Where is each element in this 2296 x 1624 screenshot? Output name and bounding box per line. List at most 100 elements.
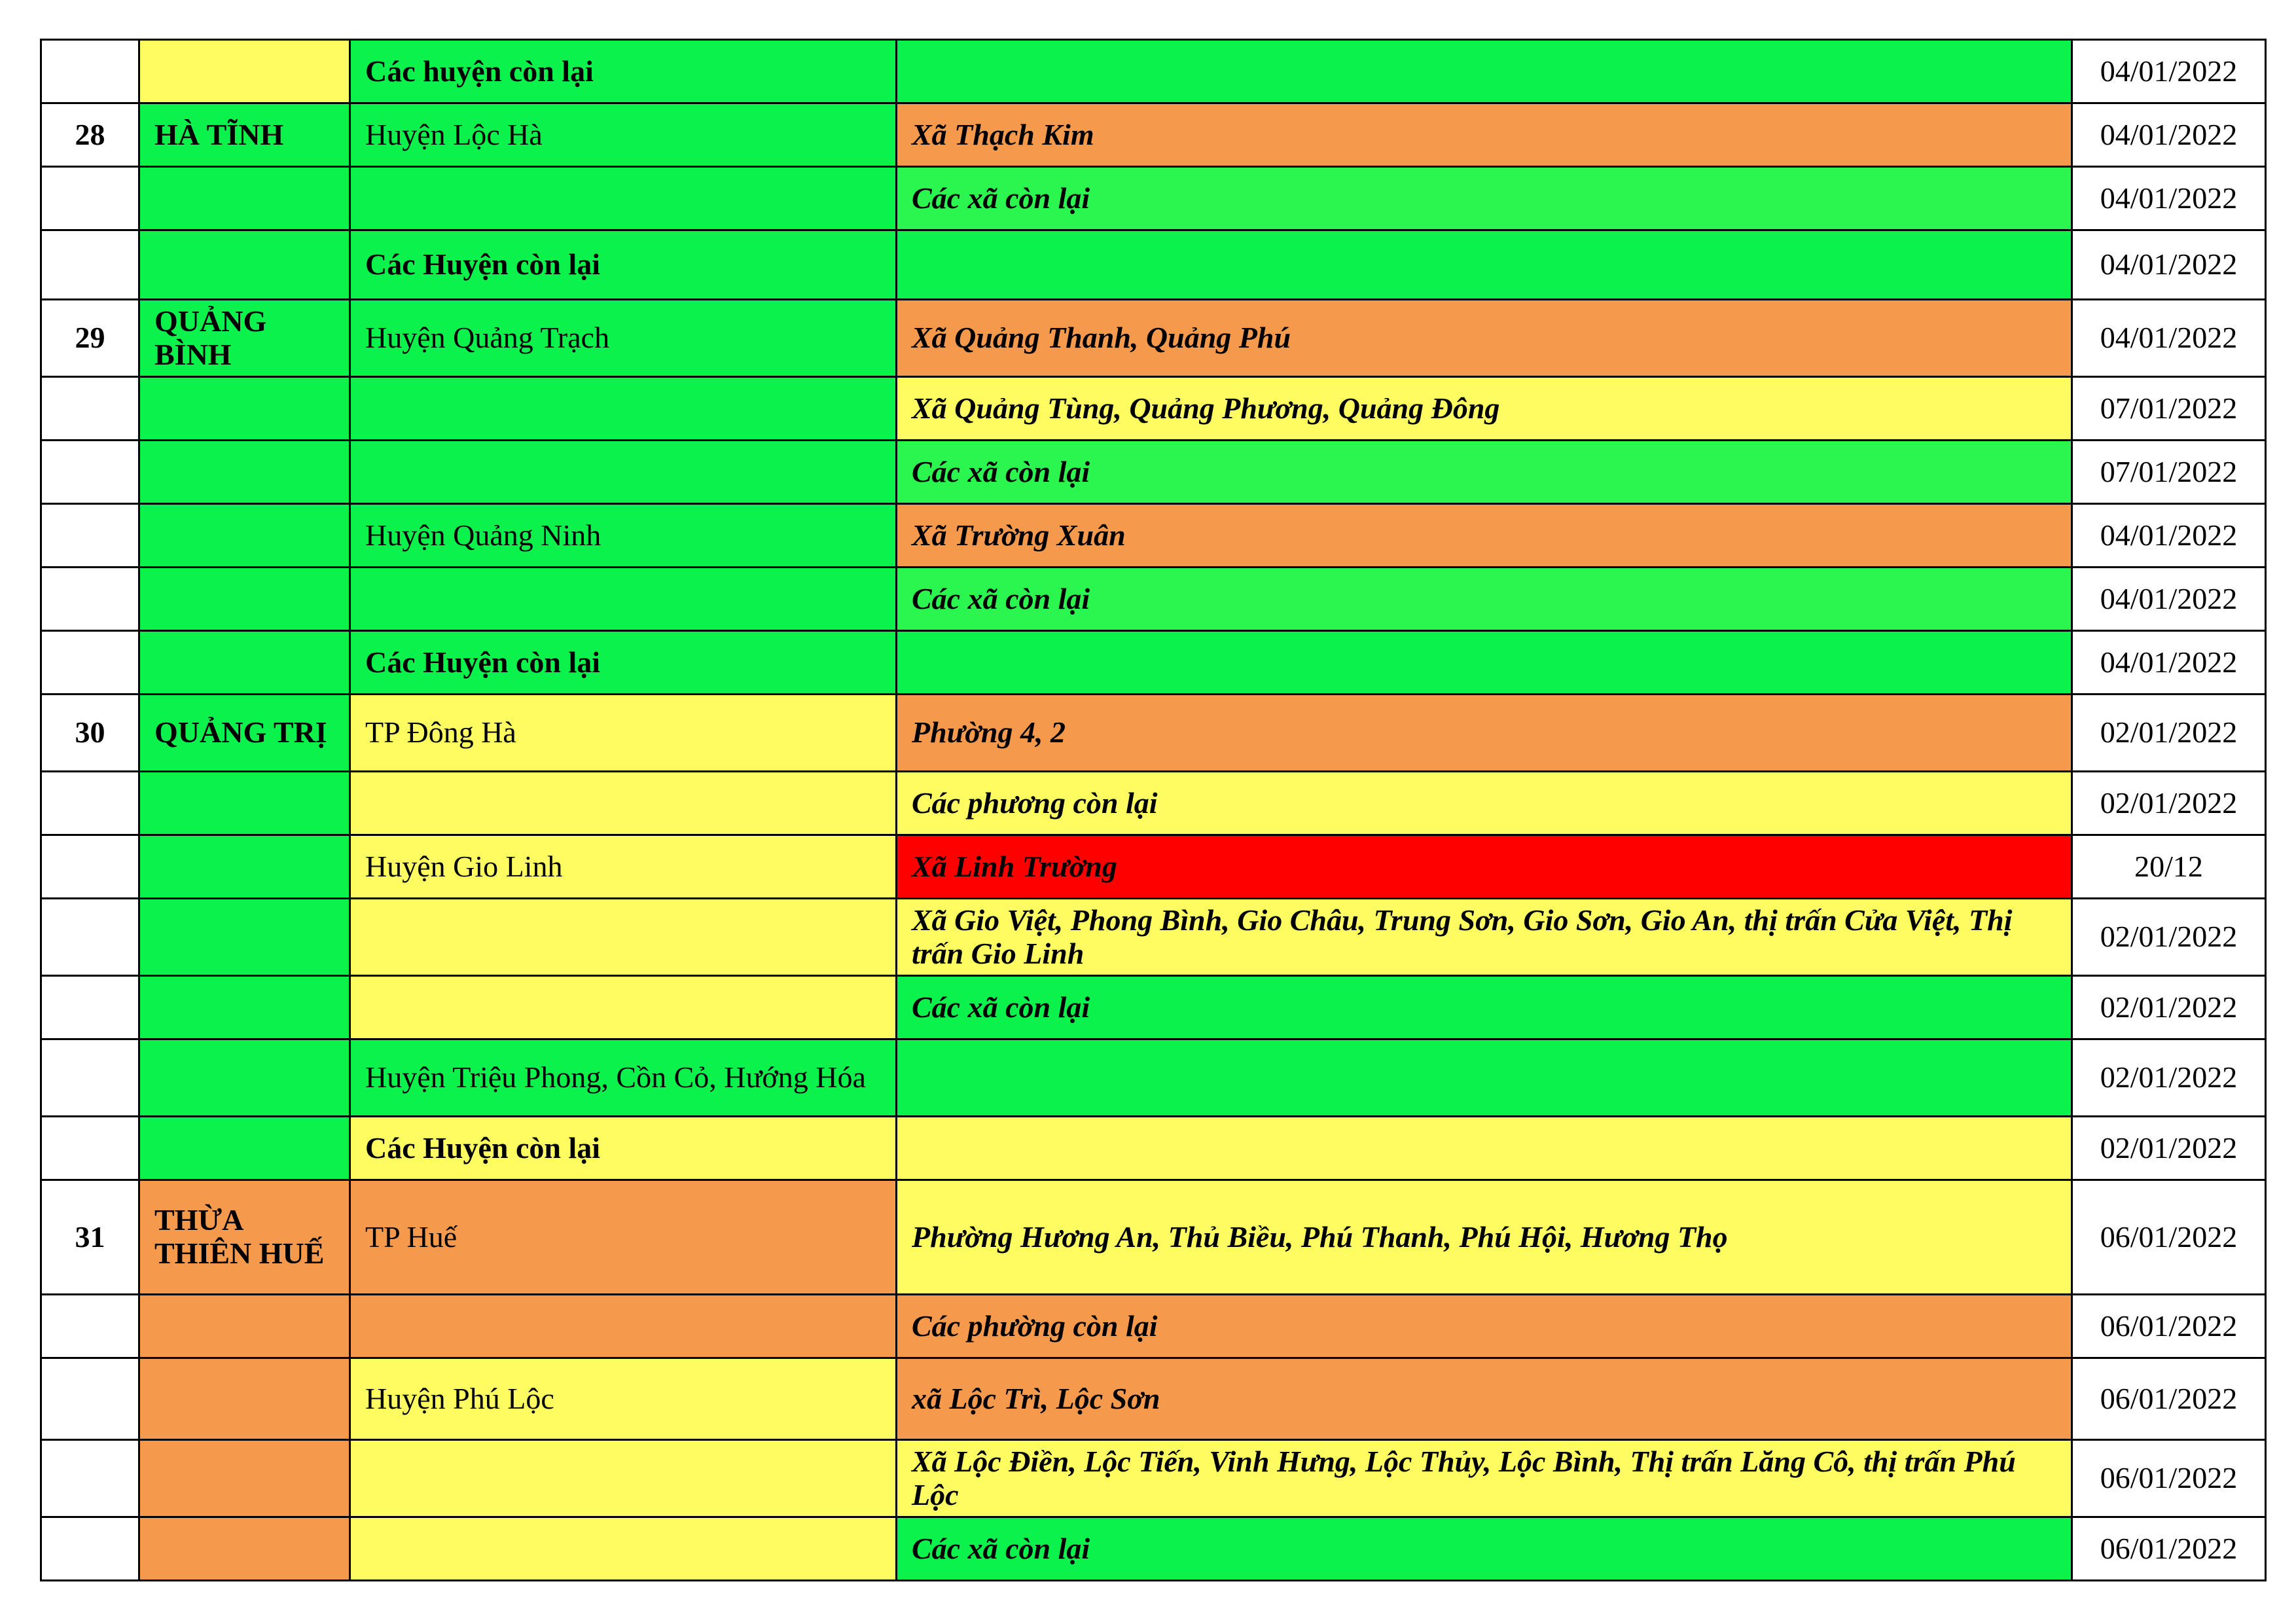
province-cell: [138, 166, 351, 231]
table-row: Các xã còn lại 07/01/2022: [40, 439, 2267, 505]
stt-cell: [40, 770, 140, 836]
date-cell: 04/01/2022: [2071, 630, 2267, 695]
date-cell: 20/12: [2071, 834, 2267, 899]
stt-cell: [40, 503, 140, 568]
district-cell: Các Huyện còn lại: [349, 1115, 897, 1181]
province-cell: [138, 566, 351, 632]
ward-cell: xã Lộc Trì, Lộc Sơn: [895, 1357, 2073, 1441]
date-cell: 06/01/2022: [2071, 1179, 2267, 1295]
province-cell: HÀ TĨNH: [138, 102, 351, 168]
district-cell: Các huyện còn lại: [349, 39, 897, 104]
province-cell: [138, 39, 351, 104]
table-row: 28 HÀ TĨNH Huyện Lộc Hà Xã Thạch Kim 04/01/2…: [40, 102, 2267, 168]
stt-cell: [40, 566, 140, 632]
date-cell: 04/01/2022: [2071, 102, 2267, 168]
province-cell: [138, 834, 351, 899]
district-cell: [349, 770, 897, 836]
ward-cell: Các phường còn lại: [895, 1293, 2073, 1359]
table-row: Các xã còn lại 04/01/2022: [40, 166, 2267, 231]
table-row: 29 QUẢNG BÌNH Huyện Quảng Trạch Xã Quảng Th…: [40, 298, 2267, 378]
stt-cell: [40, 229, 140, 300]
date-cell: 04/01/2022: [2071, 298, 2267, 378]
district-cell: Huyện Phú Lộc: [349, 1357, 897, 1441]
table-row: Các huyện còn lại 04/01/2022: [40, 39, 2267, 104]
date-cell: 04/01/2022: [2071, 503, 2267, 568]
table-row: Các xã còn lại 02/01/2022: [40, 975, 2267, 1040]
stt-cell: [40, 1038, 140, 1117]
date-cell: 02/01/2022: [2071, 975, 2267, 1040]
stt-cell: [40, 1516, 140, 1581]
stt-cell: [40, 1115, 140, 1181]
date-cell: 04/01/2022: [2071, 229, 2267, 300]
district-cell: [349, 1293, 897, 1359]
province-cell: [138, 975, 351, 1040]
stt-cell: [40, 39, 140, 104]
stt-cell: [40, 897, 140, 977]
province-cell: THỪA THIÊN HUẾ: [138, 1179, 351, 1295]
province-cell: [138, 630, 351, 695]
ward-cell: Các xã còn lại: [895, 439, 2073, 505]
date-cell: 02/01/2022: [2071, 1038, 2267, 1117]
district-cell: Huyện Lộc Hà: [349, 102, 897, 168]
province-cell: [138, 897, 351, 977]
ward-cell: Xã Quảng Tùng, Quảng Phương, Quảng Đông: [895, 376, 2073, 441]
stt-cell: 31: [40, 1179, 140, 1295]
stt-cell: 30: [40, 693, 140, 772]
ward-cell: Các xã còn lại: [895, 566, 2073, 632]
district-cell: Các Huyện còn lại: [349, 630, 897, 695]
ward-cell: Các xã còn lại: [895, 166, 2073, 231]
district-cell: [349, 1516, 897, 1581]
date-cell: 07/01/2022: [2071, 439, 2267, 505]
date-cell: 06/01/2022: [2071, 1293, 2267, 1359]
district-cell: [349, 166, 897, 231]
ward-cell: Xã Thạch Kim: [895, 102, 2073, 168]
table-row: Các Huyện còn lại 02/01/2022: [40, 1115, 2267, 1181]
province-cell: [138, 1293, 351, 1359]
stt-cell: [40, 376, 140, 441]
district-cell: Huyện Quảng Ninh: [349, 503, 897, 568]
ward-cell: [895, 229, 2073, 300]
date-cell: 04/01/2022: [2071, 166, 2267, 231]
district-cell: [349, 897, 897, 977]
date-cell: 06/01/2022: [2071, 1439, 2267, 1518]
table-row: Các xã còn lại 04/01/2022: [40, 566, 2267, 632]
district-cell: Huyện Gio Linh: [349, 834, 897, 899]
ward-cell: [895, 1115, 2073, 1181]
table-row: Các Huyện còn lại 04/01/2022: [40, 630, 2267, 695]
stt-cell: 28: [40, 102, 140, 168]
date-cell: 02/01/2022: [2071, 770, 2267, 836]
table-row: Huyện Gio Linh Xã Linh Trường 20/12: [40, 834, 2267, 899]
ward-cell: Các phương còn lại: [895, 770, 2073, 836]
table-row: Huyện Quảng Ninh Xã Trường Xuân 04/01/2022: [40, 503, 2267, 568]
district-cell: [349, 1439, 897, 1518]
ward-cell: Xã Lộc Điền, Lộc Tiến, Vinh Hưng, Lộc Th…: [895, 1439, 2073, 1518]
province-cell: QUẢNG BÌNH: [138, 298, 351, 378]
table-row: 30 QUẢNG TRỊ TP Đông Hà Phường 4, 2 02/01/20…: [40, 693, 2267, 772]
district-cell: Các Huyện còn lại: [349, 229, 897, 300]
province-cell: [138, 1038, 351, 1117]
stt-cell: [40, 1357, 140, 1441]
province-cell: [138, 229, 351, 300]
province-cell: [138, 1357, 351, 1441]
stt-cell: [40, 439, 140, 505]
stt-cell: [40, 630, 140, 695]
date-cell: 07/01/2022: [2071, 376, 2267, 441]
province-cell: [138, 376, 351, 441]
date-cell: 04/01/2022: [2071, 39, 2267, 104]
district-cell: Huyện Quảng Trạch: [349, 298, 897, 378]
date-cell: 02/01/2022: [2071, 1115, 2267, 1181]
table-row: Các xã còn lại 06/01/2022: [40, 1516, 2267, 1581]
ward-cell: Phường Hương An, Thủ Biều, Phú Thanh, Ph…: [895, 1179, 2073, 1295]
ward-cell: Các xã còn lại: [895, 975, 2073, 1040]
stt-cell: [40, 1293, 140, 1359]
ward-cell: Xã Quảng Thanh, Quảng Phú: [895, 298, 2073, 378]
date-cell: 06/01/2022: [2071, 1357, 2267, 1441]
table-row: Các phường còn lại 06/01/2022: [40, 1293, 2267, 1359]
date-cell: 02/01/2022: [2071, 693, 2267, 772]
ward-cell: Phường 4, 2: [895, 693, 2073, 772]
stt-cell: [40, 975, 140, 1040]
district-cell: [349, 439, 897, 505]
ward-cell: Các xã còn lại: [895, 1516, 2073, 1581]
ward-cell: Xã Linh Trường: [895, 834, 2073, 899]
district-cell: TP Đông Hà: [349, 693, 897, 772]
